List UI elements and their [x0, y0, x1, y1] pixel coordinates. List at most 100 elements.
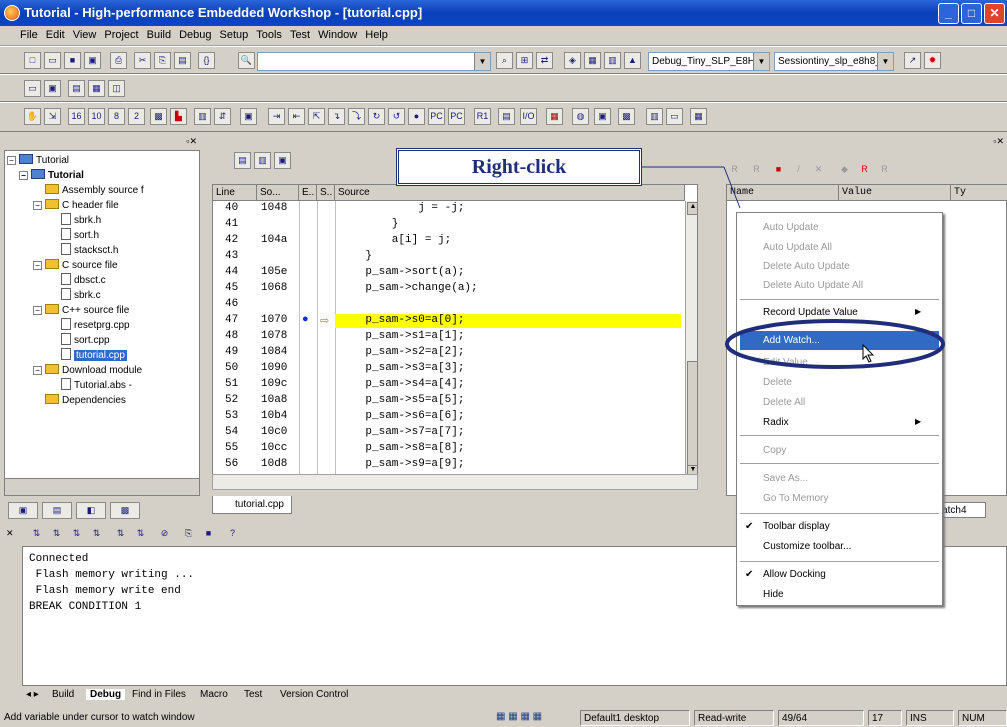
register-icon[interactable]: ▥: [194, 108, 211, 125]
go-icon[interactable]: ✋: [24, 108, 41, 125]
watch-col-value[interactable]: Value: [839, 185, 951, 201]
menu-help[interactable]: Help: [361, 26, 392, 41]
replace-icon[interactable]: ⇄: [536, 52, 553, 69]
watch-window-icon[interactable]: ◍: [572, 108, 589, 125]
menu-delete[interactable]: Delete: [763, 377, 792, 388]
col-event[interactable]: E..: [299, 185, 317, 201]
menu-go-to-memory[interactable]: Go To Memory: [763, 493, 828, 504]
tree-item[interactable]: − C source file: [33, 258, 118, 273]
editor-tab[interactable]: tutorial.cpp: [212, 496, 292, 514]
editor-mixed-icon[interactable]: ▣: [274, 152, 291, 169]
copy-icon[interactable]: ⎘: [154, 52, 171, 69]
tab-test[interactable]: Test: [244, 689, 262, 700]
tree-item[interactable]: sbrk.h: [61, 213, 101, 228]
tree-item[interactable]: Assembly source f: [45, 183, 144, 198]
memory-jump-icon[interactable]: ◆: [836, 162, 853, 179]
menu-project[interactable]: Project: [100, 26, 142, 41]
radix-8-icon[interactable]: 8: [108, 108, 125, 125]
save-output-icon[interactable]: ■: [200, 526, 217, 543]
menu-radix[interactable]: Radix: [763, 417, 789, 428]
code-row[interactable]: 51 109c p_sam->s4=a[4];: [213, 378, 681, 392]
col-source[interactable]: Source: [335, 185, 685, 201]
sort-icon[interactable]: ⇅: [28, 526, 45, 543]
tile-window-icon[interactable]: ▦: [88, 80, 105, 97]
step-in-icon[interactable]: ⇥: [268, 108, 285, 125]
panel-close-icon[interactable]: ✕: [996, 136, 1004, 146]
refresh-all-icon[interactable]: R: [748, 162, 765, 179]
command-line-icon[interactable]: ▭: [666, 108, 683, 125]
menu-delete-auto-update-all[interactable]: Delete Auto Update All: [763, 280, 863, 291]
find-combo[interactable]: [257, 52, 491, 71]
editor-scroll-thumb[interactable]: [687, 361, 697, 471]
code-row[interactable]: 48 1078 p_sam->s1=a[1];: [213, 330, 681, 344]
print-icon[interactable]: ⎙: [110, 52, 127, 69]
tab-macro[interactable]: Macro: [200, 689, 228, 700]
set-breakpoint-icon[interactable]: R: [856, 162, 873, 179]
menu-delete-auto-update[interactable]: Delete Auto Update: [763, 261, 850, 272]
sort3-icon[interactable]: ⇅: [68, 526, 85, 543]
locals-window-icon[interactable]: ▣: [594, 108, 611, 125]
minimize-button[interactable]: _: [938, 3, 959, 24]
menu-auto-update[interactable]: Auto Update: [763, 222, 819, 233]
tree-item[interactable]: dbsct.c: [61, 273, 106, 288]
code-row[interactable]: 56 10d8 p_sam->s9=a[9];: [213, 458, 681, 472]
col-s[interactable]: S..: [317, 185, 335, 201]
set-pc-icon[interactable]: PC: [428, 108, 445, 125]
io-icon[interactable]: ⇵: [214, 108, 231, 125]
test-tab-icon[interactable]: ▩: [110, 502, 140, 519]
find-icon[interactable]: 🔍: [238, 52, 255, 69]
workspace-window-icon[interactable]: ▭: [24, 80, 41, 97]
stop-build-icon[interactable]: ▲: [624, 52, 641, 69]
menu-auto-update-all[interactable]: Auto Update All: [763, 242, 832, 253]
record-icon[interactable]: ■: [770, 162, 787, 179]
menu-customize-toolbar[interactable]: Customize toolbar...: [763, 541, 851, 552]
tree-item[interactable]: stacksct.h: [61, 243, 118, 258]
projects-tab-icon[interactable]: ▣: [8, 502, 38, 519]
tree-item[interactable]: − C header file: [33, 198, 119, 213]
output-close-icon[interactable]: ✕: [6, 528, 14, 539]
menu-hide[interactable]: Hide: [763, 589, 784, 600]
code-row[interactable]: 41 }: [213, 218, 681, 232]
menu-save-as[interactable]: Save As...: [763, 473, 808, 484]
memory-icon[interactable]: ▩: [150, 108, 167, 125]
fill-memory-icon[interactable]: ▙: [170, 108, 187, 125]
copy-output-icon[interactable]: ⎘: [180, 526, 197, 543]
image-window-icon[interactable]: ▦: [690, 108, 707, 125]
code-row[interactable]: 40 1048 j = -j;: [213, 202, 681, 216]
io-window-icon[interactable]: I/O: [520, 108, 537, 125]
watch-col-type[interactable]: Ty: [951, 185, 1007, 201]
tree-item[interactable]: − C++ source file: [33, 303, 129, 318]
sort5-icon[interactable]: ⇅: [112, 526, 129, 543]
tree-item[interactable]: Tutorial.abs -: [61, 378, 132, 393]
display-pc-icon[interactable]: PC: [448, 108, 465, 125]
code-row[interactable]: 46: [213, 298, 681, 312]
find-files-icon[interactable]: ⊞: [516, 52, 533, 69]
clear-icon[interactable]: ⊘: [156, 526, 173, 543]
tab-version-control[interactable]: Version Control: [280, 689, 348, 700]
tree-item[interactable]: resetprg.cpp: [61, 318, 130, 333]
split-window-icon[interactable]: ▤: [68, 80, 85, 97]
radix-16-icon[interactable]: 16: [68, 108, 85, 125]
menu-delete-all[interactable]: Delete All: [763, 397, 805, 408]
menu-allow-docking[interactable]: Allow Docking: [763, 569, 826, 580]
menu-debug[interactable]: Debug: [175, 26, 215, 41]
tab-find-in-files[interactable]: Find in Files: [132, 689, 186, 700]
tab-debug[interactable]: Debug: [86, 689, 126, 700]
sort2-icon[interactable]: ⇅: [48, 526, 65, 543]
menu-test[interactable]: Test: [286, 26, 314, 41]
cascade-window-icon[interactable]: ◫: [108, 80, 125, 97]
clear-breakpoint-icon[interactable]: R: [876, 162, 893, 179]
event-icon[interactable]: ▦: [546, 108, 563, 125]
editor-vscrollbar[interactable]: ▲ ▼: [685, 201, 697, 477]
edit-icon[interactable]: /: [790, 162, 807, 179]
desktop-icons[interactable]: ▦ ▦ ▦ ▦: [496, 711, 542, 722]
tree-item-selected[interactable]: tutorial.cpp: [61, 348, 127, 363]
menu-setup[interactable]: Setup: [216, 26, 253, 41]
build-icon[interactable]: ▦: [584, 52, 601, 69]
help-icon[interactable]: ?: [224, 526, 241, 543]
editor-disasm-icon[interactable]: ▥: [254, 152, 271, 169]
col-line[interactable]: Line: [213, 185, 257, 201]
pointer-help-icon[interactable]: ↗: [904, 52, 921, 69]
memory-window-icon[interactable]: ▤: [498, 108, 515, 125]
panel-close-icon[interactable]: ✕: [189, 136, 197, 146]
